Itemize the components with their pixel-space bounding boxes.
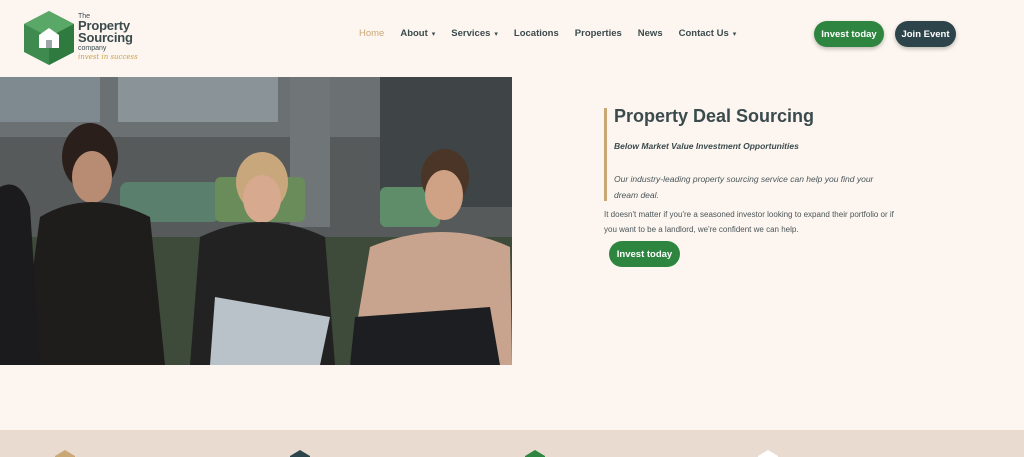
logo-line2: Sourcing bbox=[78, 30, 133, 45]
nav-locations[interactable]: Locations bbox=[514, 28, 559, 39]
features-strip bbox=[0, 430, 1024, 457]
nav-label: Services bbox=[451, 28, 491, 39]
hero-subtitle: Below Market Value Investment Opportunit… bbox=[614, 141, 799, 151]
chevron-down-icon: ▾ bbox=[732, 30, 737, 38]
gold-hexagon-icon bbox=[55, 450, 75, 457]
chevron-down-icon: ▾ bbox=[431, 30, 436, 38]
hero-invest-button[interactable]: Invest today bbox=[609, 241, 680, 267]
hero-italic-text: Our industry-leading property sourcing s… bbox=[614, 174, 874, 200]
nav-label: Locations bbox=[513, 28, 559, 39]
chevron-down-icon: ▾ bbox=[494, 30, 498, 38]
white-hexagon-icon bbox=[758, 450, 778, 457]
main-nav: Home About ▾ Services ▾ Locations Proper… bbox=[359, 28, 752, 39]
nav-about[interactable]: About ▾ bbox=[400, 28, 435, 39]
nav-label: Home bbox=[359, 28, 385, 39]
people-meeting-photo bbox=[0, 77, 512, 365]
nav-services[interactable]: Services ▾ bbox=[451, 28, 498, 39]
hero-photo bbox=[0, 77, 512, 365]
site-logo[interactable]: The Property Sourcing company invest in … bbox=[24, 11, 164, 67]
nav-contact[interactable]: Contact Us ▾ bbox=[679, 28, 737, 39]
teal-hexagon-icon bbox=[290, 450, 310, 457]
nav-home[interactable]: Home bbox=[359, 28, 384, 39]
accent-bar bbox=[604, 108, 607, 201]
logo-company: company bbox=[78, 45, 107, 52]
nav-label: Contact Us bbox=[678, 28, 729, 39]
nav-label: News bbox=[637, 28, 663, 39]
hero-title: Property Deal Sourcing bbox=[614, 106, 815, 126]
nav-properties[interactable]: Properties bbox=[575, 28, 622, 39]
invest-today-button[interactable]: Invest today bbox=[814, 21, 884, 47]
house-hexagon-icon bbox=[24, 11, 74, 65]
join-event-button[interactable]: Join Event bbox=[895, 21, 956, 47]
green-hexagon-icon bbox=[525, 450, 545, 457]
nav-news[interactable]: News bbox=[638, 28, 663, 39]
nav-label: About bbox=[400, 28, 428, 39]
nav-label: Properties bbox=[574, 28, 622, 39]
site-header: The Property Sourcing company invest in … bbox=[0, 0, 1024, 75]
logo-tagline: invest in success bbox=[78, 53, 138, 61]
hero-body-text: It doesn't matter if you're a seasoned i… bbox=[604, 210, 894, 234]
